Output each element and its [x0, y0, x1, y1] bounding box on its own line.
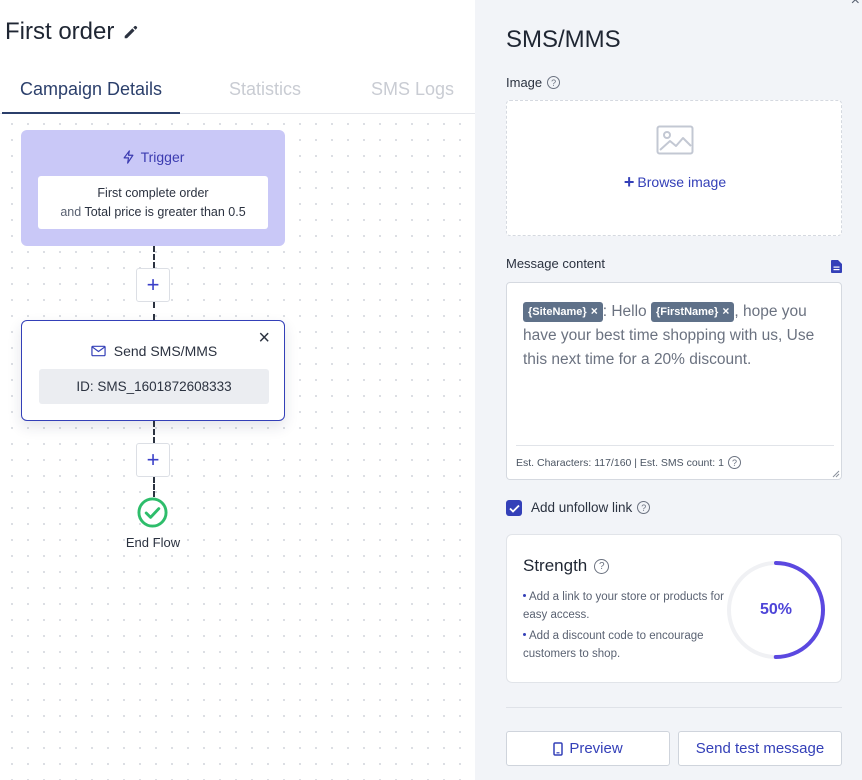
send-test-message-button[interactable]: Send test message [678, 731, 842, 766]
add-step-button[interactable]: + [136, 268, 170, 302]
divider [506, 707, 842, 708]
strength-card: Strength ? Add a link to your store or p… [506, 534, 842, 683]
flow-canvas: First order Campaign Details Statistics … [0, 0, 475, 780]
image-label: Image ? [506, 75, 561, 90]
tab-statistics[interactable]: Statistics [180, 70, 350, 114]
flow-connector [153, 302, 155, 320]
remove-tag-icon[interactable]: × [591, 304, 598, 318]
trigger-condition-2: and Total price is greater than 0.5 [38, 203, 268, 222]
sms-settings-panel: × SMS/MMS Image ? + Browse image Message … [475, 0, 862, 780]
bullet-icon [523, 594, 526, 597]
send-sms-node[interactable]: × Send SMS/MMS ID: SMS_1601872608333 [21, 320, 285, 421]
unfollow-link-label: Add unfollow link ? [531, 500, 651, 515]
strength-title: Strength ? [523, 556, 610, 576]
condition-text: Total price is greater than 0.5 [84, 205, 246, 219]
preview-button[interactable]: Preview [506, 731, 670, 766]
help-icon[interactable]: ? [637, 501, 651, 514]
trigger-node[interactable]: Trigger First complete order and Total p… [21, 130, 285, 246]
add-step-button[interactable]: + [136, 443, 170, 477]
flow-connector [153, 477, 155, 497]
help-icon[interactable]: ? [547, 76, 561, 89]
tag-site-name: {SiteName} × [523, 302, 603, 322]
trigger-condition-1: First complete order [97, 186, 209, 200]
bullet-icon [523, 633, 526, 636]
lightning-icon [123, 150, 134, 164]
strength-tip-text: Add a discount code to encourage custome… [523, 630, 704, 660]
panel-title: SMS/MMS [506, 26, 621, 53]
tag-first-name-text: {FirstName} [655, 306, 719, 318]
tab-campaign-details[interactable]: Campaign Details [2, 70, 180, 114]
plus-icon: + [623, 172, 635, 192]
campaign-header: First order Campaign Details Statistics … [0, 0, 475, 115]
strength-tip: Add a discount code to encourage custome… [523, 627, 728, 663]
strength-title-text: Strength [523, 556, 588, 575]
message-content-editor[interactable]: {SiteName} ×: Hello {FirstName} ×, hope yo… [506, 282, 842, 480]
sms-estimate-text: Est. Characters: 117/160 | Est. SMS coun… [516, 456, 724, 469]
tag-first-name: {FirstName} × [650, 302, 735, 322]
strength-tip-text: Add a link to your store or products for… [523, 591, 724, 621]
sms-node-header: Send SMS/MMS [22, 343, 286, 359]
title-row: First order [5, 18, 140, 46]
divider [516, 445, 834, 446]
campaign-title: First order [5, 18, 115, 45]
edit-pencil-icon[interactable] [122, 23, 140, 41]
help-icon[interactable]: ? [727, 456, 741, 469]
tab-bar: Campaign Details Statistics SMS Logs [0, 70, 475, 114]
flow-connector [153, 246, 155, 268]
message-text[interactable]: {SiteName} ×: Hello {FirstName} ×, hope yo… [523, 300, 833, 372]
tag-site-name-text: {SiteName} [528, 306, 587, 318]
condition-connector: and [60, 205, 82, 219]
remove-tag-icon[interactable]: × [722, 304, 729, 318]
trigger-conditions: First complete order and Total price is … [38, 176, 268, 229]
trigger-header: Trigger [21, 149, 285, 165]
end-flow-label: End Flow [125, 535, 181, 550]
phone-icon [553, 741, 564, 756]
flow-connector [153, 421, 155, 443]
envelope-icon [91, 345, 106, 357]
strength-tip: Add a link to your store or products for… [523, 588, 728, 624]
close-panel-button[interactable]: × [851, 0, 860, 10]
message-content-label: Message content [506, 256, 606, 271]
sms-estimate: Est. Characters: 117/160 | Est. SMS coun… [516, 456, 741, 469]
document-template-icon[interactable] [831, 260, 842, 273]
resize-handle-icon[interactable] [832, 470, 840, 478]
tab-sms-logs[interactable]: SMS Logs [350, 70, 475, 114]
strength-percent: 50% [759, 601, 793, 618]
trigger-title: Trigger [140, 149, 185, 165]
browse-image-label: Browse image [637, 174, 727, 190]
sms-node-title: Send SMS/MMS [113, 343, 218, 359]
message-segment: : Hello [602, 303, 647, 320]
sms-node-id: ID: SMS_1601872608333 [39, 369, 269, 404]
help-icon[interactable]: ? [594, 558, 610, 574]
unfollow-link-checkbox[interactable] [506, 500, 522, 516]
unfollow-link-text: Add unfollow link [531, 500, 633, 515]
strength-tips: Add a link to your store or products for… [523, 588, 728, 666]
preview-button-label: Preview [569, 740, 623, 757]
image-dropzone[interactable]: + Browse image [506, 100, 842, 236]
browse-image-button[interactable]: + Browse image [507, 172, 843, 193]
check-circle-icon [137, 497, 168, 528]
image-label-text: Image [506, 75, 543, 90]
image-placeholder-icon [656, 125, 694, 155]
checkmark-icon [508, 504, 520, 513]
